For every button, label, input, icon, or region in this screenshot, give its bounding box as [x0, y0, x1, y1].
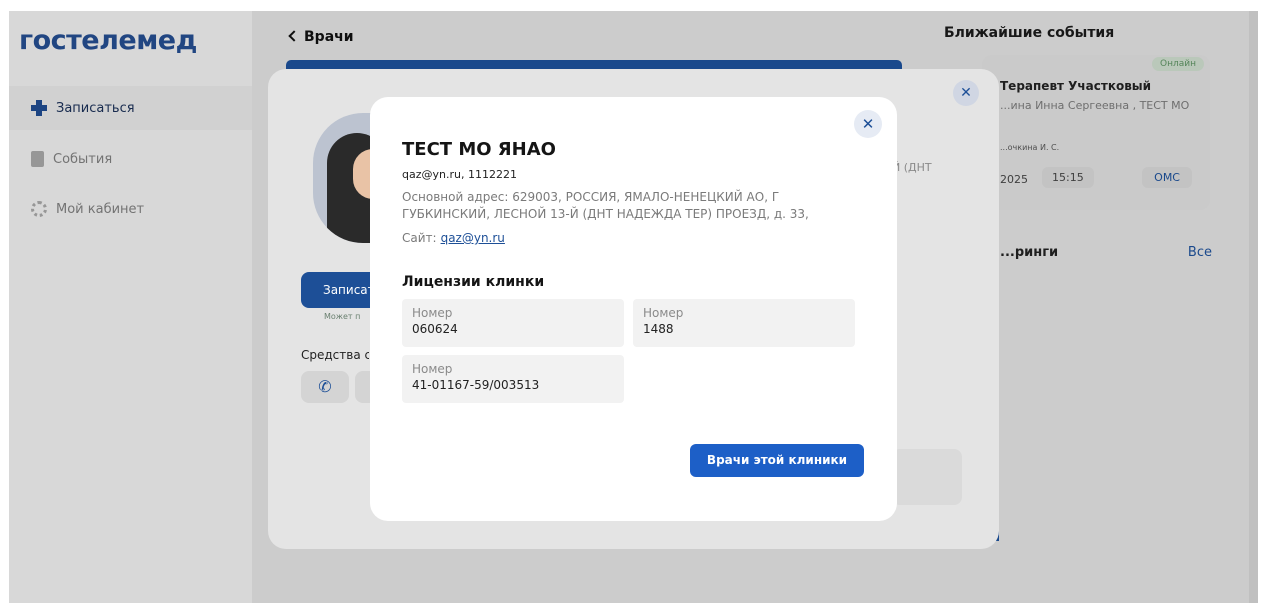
book-hint: Может п — [324, 312, 361, 321]
license-card: Номер 1488 — [633, 299, 855, 347]
license-label: Номер — [412, 306, 453, 320]
clinic-address: Основной адрес: 629003, РОССИЯ, ЯМАЛО-НЕ… — [402, 190, 809, 221]
app-window: гостелемед Записаться События Мой кабине… — [9, 11, 1258, 603]
license-card: Номер 060624 — [402, 299, 624, 347]
info-box — [892, 449, 962, 505]
site-link[interactable]: qaz@yn.ru — [441, 231, 505, 245]
site-label: Сайт: — [402, 231, 437, 245]
clinic-modal: ✕ ТЕСТ МО ЯНАО qaz@yn.ru, 1112221 Основн… — [370, 97, 897, 521]
license-label: Номер — [643, 306, 684, 320]
license-card: Номер 41-01167-59/003513 — [402, 355, 624, 403]
clinic-doctors-button[interactable]: Врачи этой клиники — [690, 444, 864, 477]
clinic-contact: qaz@yn.ru, 1112221 — [402, 168, 517, 181]
license-label: Номер — [412, 362, 453, 376]
license-number: 41-01167-59/003513 — [412, 378, 540, 392]
close-icon[interactable]: ✕ — [854, 110, 882, 138]
book-button[interactable]: Записат — [301, 272, 381, 308]
close-icon[interactable]: ✕ — [953, 80, 979, 106]
contacts-title: Средства с — [301, 348, 369, 362]
clinic-site: Сайт: qaz@yn.ru — [402, 231, 505, 245]
doctor-address-fragment: Й (ДНТ — [892, 161, 932, 174]
license-number: 060624 — [412, 322, 458, 336]
phone-icon[interactable]: ✆ — [301, 371, 349, 403]
clinic-name: ТЕСТ МО ЯНАО — [402, 139, 556, 160]
license-number: 1488 — [643, 322, 674, 336]
licenses-title: Лицензии клинки — [402, 274, 545, 290]
